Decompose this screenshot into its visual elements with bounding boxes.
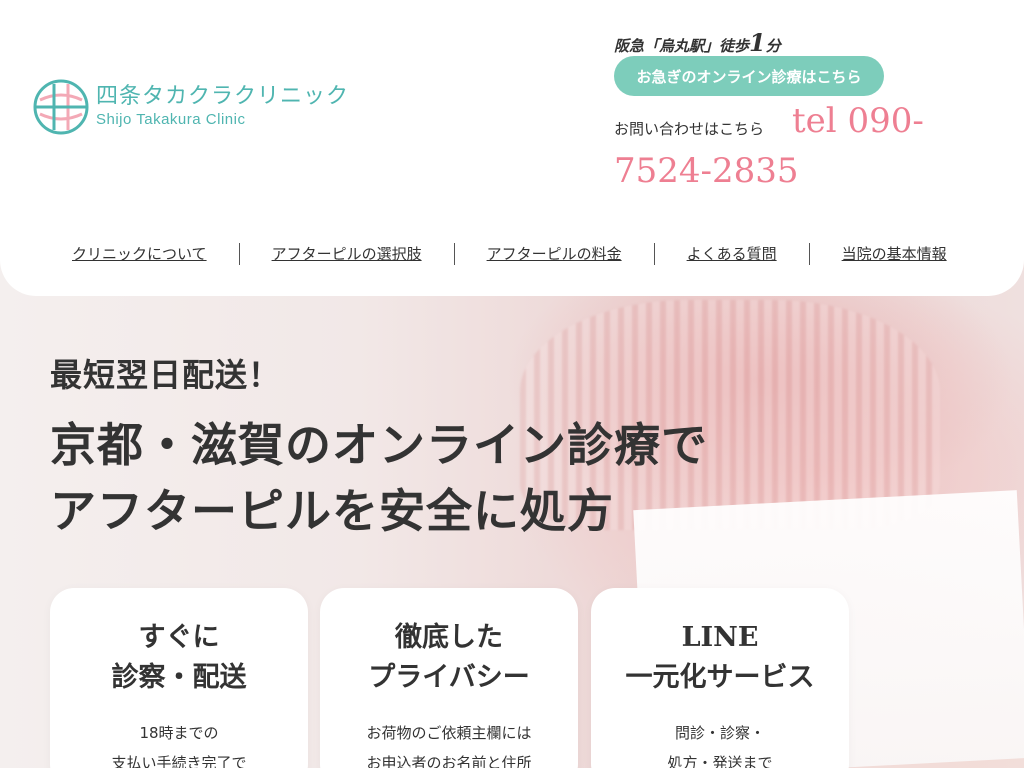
feature-title-line-1: LINE (681, 622, 759, 653)
station-access: 阪急「烏丸駅」徒歩1分 (614, 28, 781, 57)
nav-item-about-clinic[interactable]: クリニックについて (40, 243, 240, 265)
access-prefix: 阪急「烏丸駅」徒歩 (614, 37, 750, 55)
feature-title-line-1: すぐに (138, 622, 220, 653)
hero-headline-line-1: 京都・滋賀のオンライン診療で (50, 418, 708, 472)
feature-title-line-2: 診察・配送 (111, 662, 247, 693)
tel-line-2: 7524-2835 (614, 151, 799, 191)
feature-title-line-2: プライバシー (368, 662, 530, 693)
feature-body-line-1: お荷物のご依頼主欄には (366, 724, 532, 742)
tel-link[interactable]: tel 090- 7524-2835 (614, 96, 944, 196)
feature-title-line-2: 一元化サービス (625, 662, 815, 693)
clinic-name-en: Shijo Takakura Clinic (96, 111, 246, 128)
hero-lead: 最短翌日配送！ (50, 356, 282, 394)
site-header: 四条タカクラクリニック Shijo Takakura Clinic 阪急「烏丸駅… (0, 0, 1024, 296)
feature-body-line-2: 処方・発送まで (667, 754, 773, 768)
nav-item-afterpill-pricing[interactable]: アフターピルの料金 (455, 243, 655, 265)
feature-card-privacy: 徹底した プライバシー お荷物のご依頼主欄には お申込者のお名前と住所 (320, 588, 578, 768)
clinic-globe-logo-icon (32, 78, 90, 136)
nav-item-clinic-info[interactable]: 当院の基本情報 (810, 243, 947, 265)
hero-headline: 京都・滋賀のオンライン診療で アフターピルを安全に処方 (50, 412, 708, 544)
access-unit: 分 (765, 37, 781, 55)
access-minutes: 1 (749, 28, 766, 57)
feature-title-line-1: 徹底した (395, 622, 503, 653)
feature-card-line-service: LINE 一元化サービス 問診・診察・ 処方・発送まで (591, 588, 849, 768)
nav-item-faq[interactable]: よくある質問 (655, 243, 810, 265)
feature-body-line-1: 18時までの (139, 724, 219, 742)
feature-body-line-1: 問診・診察・ (674, 724, 765, 742)
feature-body-line-2: お申込者のお名前と住所 (366, 754, 532, 768)
feature-card-fast-delivery: すぐに 診察・配送 18時までの 支払い手続き完了で (50, 588, 308, 768)
hero-headline-line-2: アフターピルを安全に処方 (50, 484, 614, 538)
main-nav: クリニックについて アフターピルの選択肢 アフターピルの料金 よくある質問 当院… (40, 238, 947, 270)
clinic-logo[interactable]: 四条タカクラクリニック Shijo Takakura Clinic (32, 78, 349, 136)
feature-body-line-2: 支払い手続き完了で (111, 754, 247, 768)
nav-item-afterpill-options[interactable]: アフターピルの選択肢 (240, 243, 455, 265)
clinic-name-jp: 四条タカクラクリニック (96, 84, 350, 109)
online-consultation-button[interactable]: お急ぎのオンライン診療はこちら (614, 56, 884, 96)
tel-line-1: tel 090- (792, 101, 924, 141)
